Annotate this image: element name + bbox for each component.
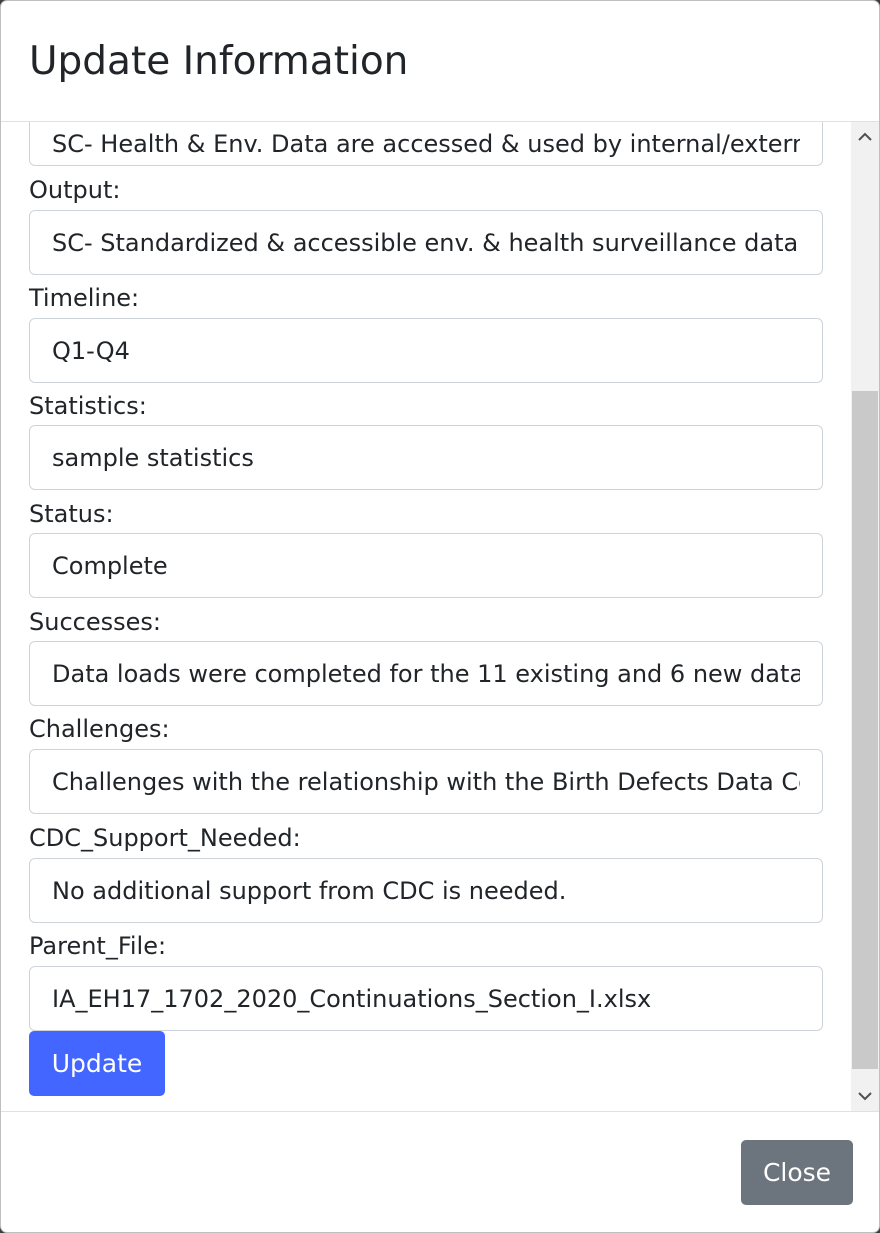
update-button[interactable]: Update: [29, 1031, 165, 1096]
output-field[interactable]: [29, 210, 823, 275]
modal-title: Update Information: [29, 39, 409, 84]
statistics-field[interactable]: [29, 425, 823, 490]
statistics-label: Statistics:: [29, 392, 147, 420]
cdc-support-needed-field[interactable]: [29, 858, 823, 923]
cdc-support-needed-label: CDC_Support_Needed:: [29, 824, 301, 852]
close-button[interactable]: Close: [741, 1140, 853, 1205]
modal-body[interactable]: Output: Timeline: Statistics: Status: Su…: [1, 122, 879, 1111]
successes-field[interactable]: [29, 641, 823, 706]
challenges-label: Challenges:: [29, 715, 170, 743]
successes-label: Successes:: [29, 608, 161, 636]
modal-footer: Close: [1, 1111, 879, 1232]
status-field[interactable]: [29, 533, 823, 598]
scroll-up-arrow-icon[interactable]: [851, 122, 879, 152]
status-label: Status:: [29, 500, 114, 528]
parent-file-label: Parent_File:: [29, 932, 167, 960]
output-label: Output:: [29, 176, 121, 204]
parent-file-field[interactable]: [29, 966, 823, 1031]
update-information-modal: Update Information Output: Timeline: Sta…: [0, 0, 880, 1233]
modal-header: Update Information: [1, 1, 879, 122]
challenges-field[interactable]: [29, 749, 823, 814]
outcome-field[interactable]: [29, 122, 823, 166]
scroll-down-arrow-icon[interactable]: [851, 1081, 879, 1111]
vertical-scrollbar[interactable]: [851, 122, 879, 1111]
timeline-field[interactable]: [29, 318, 823, 383]
timeline-label: Timeline:: [29, 284, 140, 312]
scrollbar-thumb[interactable]: [852, 391, 878, 1069]
